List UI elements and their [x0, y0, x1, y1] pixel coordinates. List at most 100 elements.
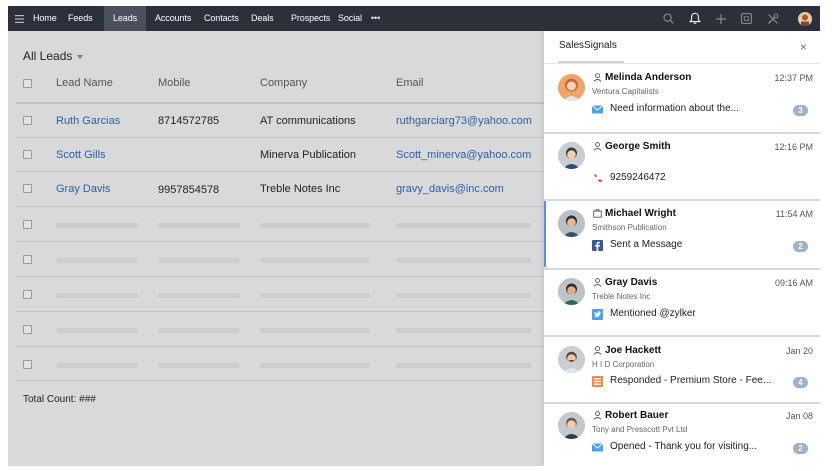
loading-placeholder — [158, 223, 240, 228]
signal-contact-name[interactable]: Michael Wright — [605, 208, 676, 219]
avatar — [558, 210, 585, 237]
loading-placeholder — [396, 328, 531, 333]
signal-item[interactable]: Gray Davis 09:16 AM Treble Notes Inc Men… — [544, 270, 820, 334]
hamburger-menu-icon[interactable] — [13, 6, 25, 31]
nav-tab-social[interactable]: Social — [338, 6, 362, 31]
email-icon — [592, 443, 603, 452]
row-divider — [16, 137, 616, 138]
avatar — [558, 74, 585, 101]
signal-item[interactable]: George Smith 12:16 PM 9259246472 — [544, 134, 820, 198]
signal-message: Need information about the... — [610, 103, 739, 114]
lead-company: Treble Notes Inc — [260, 183, 341, 195]
loading-placeholder — [158, 328, 240, 333]
lead-email-link[interactable]: Scott_minerva@yahoo.com — [396, 149, 531, 161]
row-divider — [16, 311, 616, 312]
total-count: Total Count: ### — [23, 394, 96, 405]
loading-placeholder — [56, 328, 138, 333]
loading-placeholder — [260, 363, 370, 368]
signal-company: Ventura Capitalists — [592, 87, 659, 96]
column-header-mobile[interactable]: Mobile — [158, 77, 190, 89]
avatar — [558, 142, 585, 169]
user-profile-avatar-icon[interactable] — [797, 6, 813, 31]
lead-email-link[interactable]: gravy_davis@inc.com — [396, 183, 504, 195]
crm-app: Home Feeds Leads Accounts Contacts Deals… — [8, 6, 820, 466]
row-checkbox[interactable] — [23, 116, 32, 125]
signal-count-badge: 2 — [793, 443, 808, 454]
row-divider — [16, 171, 616, 172]
loading-placeholder — [158, 363, 240, 368]
signal-message: Opened - Thank you for visiting... — [610, 441, 758, 452]
signal-message: 9259246472 — [610, 172, 666, 183]
nav-tab-prospects[interactable]: Prospects — [291, 6, 330, 31]
row-divider — [16, 346, 616, 347]
lead-name-link[interactable]: Scott Gills — [56, 149, 106, 161]
signal-count-badge: 2 — [793, 241, 808, 252]
signal-item[interactable]: Joe Hackett Jan 20 H I D Corporation Res… — [544, 337, 820, 401]
more-tabs-button[interactable]: ••• — [371, 6, 380, 31]
notification-bell-icon[interactable] — [687, 6, 703, 31]
lead-mobile: 8714572785 — [158, 115, 220, 127]
column-header-lead-name[interactable]: Lead Name — [56, 77, 113, 89]
nav-tab-leads[interactable]: Leads — [104, 6, 146, 31]
lead-name-link[interactable]: Ruth Garcias — [56, 115, 120, 127]
loading-placeholder — [158, 293, 240, 298]
signal-message: Responded - Premium Store - Fee... — [610, 375, 772, 386]
signal-contact-name[interactable]: George Smith — [605, 141, 671, 152]
signal-company: H I D Corporation — [592, 360, 655, 369]
sales-signals-panel: SalesSignals × Melinda Anderson 12:37 PM… — [544, 31, 820, 466]
search-icon[interactable] — [661, 6, 675, 31]
lead-company: AT communications — [260, 115, 356, 127]
lead-email-link[interactable]: ruthgarciarg73@yahoo.com — [396, 115, 532, 127]
row-checkbox[interactable] — [23, 184, 32, 193]
signal-company: Smithson Publication — [592, 223, 667, 232]
avatar — [558, 412, 585, 439]
signal-time: 09:16 AM — [774, 278, 813, 288]
signal-count-badge: 3 — [793, 105, 808, 116]
signal-message: Mentioned @zylker — [610, 308, 696, 319]
lead-person-icon — [593, 411, 602, 420]
plus-icon[interactable] — [714, 6, 728, 31]
nav-tab-contacts[interactable]: Contacts — [204, 6, 239, 31]
chevron-down-icon[interactable] — [77, 55, 83, 59]
signal-contact-name[interactable]: Robert Bauer — [605, 410, 668, 421]
nav-tab-deals[interactable]: Deals — [251, 6, 274, 31]
close-icon[interactable]: × — [800, 40, 807, 54]
signal-contact-name[interactable]: Gray Davis — [605, 277, 657, 288]
nav-tab-accounts[interactable]: Accounts — [155, 6, 191, 31]
signal-contact-name[interactable]: Joe Hackett — [605, 345, 661, 356]
signal-item-active[interactable]: Michael Wright 11:54 AM Smithson Publica… — [544, 201, 820, 267]
facebook-icon — [592, 240, 603, 251]
loading-placeholder — [56, 363, 138, 368]
loading-placeholder — [396, 223, 531, 228]
signal-item[interactable]: Robert Bauer Jan 08 Tony and Presscott P… — [544, 404, 820, 466]
row-checkbox[interactable] — [23, 290, 32, 299]
row-checkbox[interactable] — [23, 150, 32, 159]
signal-item[interactable]: Melinda Anderson 12:37 PM Ventura Capita… — [544, 65, 820, 131]
list-view-title[interactable]: All Leads — [23, 49, 72, 63]
top-navigation-bar: Home Feeds Leads Accounts Contacts Deals… — [8, 6, 820, 31]
select-all-checkbox[interactable] — [23, 79, 32, 88]
column-header-company[interactable]: Company — [260, 77, 307, 89]
calendar-icon[interactable] — [739, 6, 753, 31]
header-divider — [16, 102, 616, 104]
twitter-icon — [592, 309, 603, 320]
nav-tab-home[interactable]: Home — [33, 6, 57, 31]
setup-tools-icon[interactable] — [765, 6, 781, 31]
nav-tab-feeds[interactable]: Feeds — [68, 6, 93, 31]
loading-placeholder — [260, 328, 370, 333]
row-checkbox[interactable] — [23, 360, 32, 369]
row-checkbox[interactable] — [23, 220, 32, 229]
lead-person-icon — [593, 73, 602, 82]
lead-name-link[interactable]: Gray Davis — [56, 183, 110, 195]
avatar — [558, 278, 585, 305]
column-header-email[interactable]: Email — [396, 77, 424, 89]
phone-icon — [594, 174, 602, 182]
panel-header: SalesSignals × — [544, 31, 820, 64]
row-checkbox[interactable] — [23, 325, 32, 334]
row-checkbox[interactable] — [23, 255, 32, 264]
signal-time: Jan 08 — [785, 411, 813, 421]
signal-contact-name[interactable]: Melinda Anderson — [605, 72, 691, 83]
row-divider — [16, 276, 616, 277]
loading-placeholder — [396, 363, 531, 368]
row-divider — [16, 206, 616, 207]
